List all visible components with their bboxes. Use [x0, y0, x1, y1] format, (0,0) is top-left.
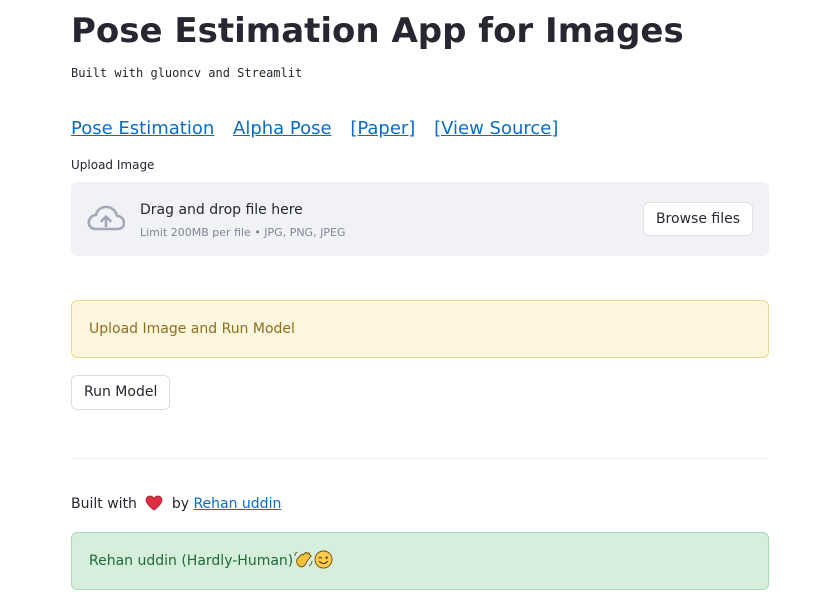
- upload-label: Upload Image: [71, 158, 155, 172]
- footer-credit: Built with by Rehan uddin: [71, 494, 281, 514]
- waving-hand-icon: [294, 551, 313, 568]
- warning-alert: Upload Image and Run Model: [71, 300, 769, 358]
- page-subtitle: Built with gluoncv and Streamlit: [71, 66, 303, 80]
- run-model-button[interactable]: Run Model: [71, 375, 171, 410]
- footer-built-with: Built with: [71, 496, 137, 512]
- dropzone-limit: Limit 200MB per file • JPG, PNG, JPEG: [140, 226, 346, 239]
- footer-by: by: [171, 496, 189, 512]
- heart-icon: [145, 495, 163, 511]
- divider: [71, 458, 769, 459]
- page-title: Pose Estimation App for Images: [71, 11, 684, 51]
- author-link[interactable]: Rehan uddin: [193, 496, 281, 512]
- link-view-source[interactable]: [View Source]: [434, 118, 558, 139]
- link-alpha-pose[interactable]: Alpha Pose: [233, 118, 332, 139]
- browse-files-button[interactable]: Browse files: [642, 202, 753, 236]
- file-dropzone[interactable]: Drag and drop file here Limit 200MB per …: [71, 182, 769, 256]
- link-pose-estimation[interactable]: Pose Estimation: [71, 118, 214, 139]
- link-paper[interactable]: [Paper]: [350, 118, 415, 139]
- link-row: Pose Estimation Alpha Pose [Paper] [View…: [71, 116, 571, 142]
- success-text: Rehan uddin (Hardly-Human): [89, 553, 294, 569]
- success-alert: Rehan uddin (Hardly-Human): [71, 532, 769, 590]
- cloud-upload-icon: [87, 205, 125, 231]
- winking-face-icon: [314, 550, 333, 569]
- dropzone-instruction: Drag and drop file here: [140, 202, 303, 218]
